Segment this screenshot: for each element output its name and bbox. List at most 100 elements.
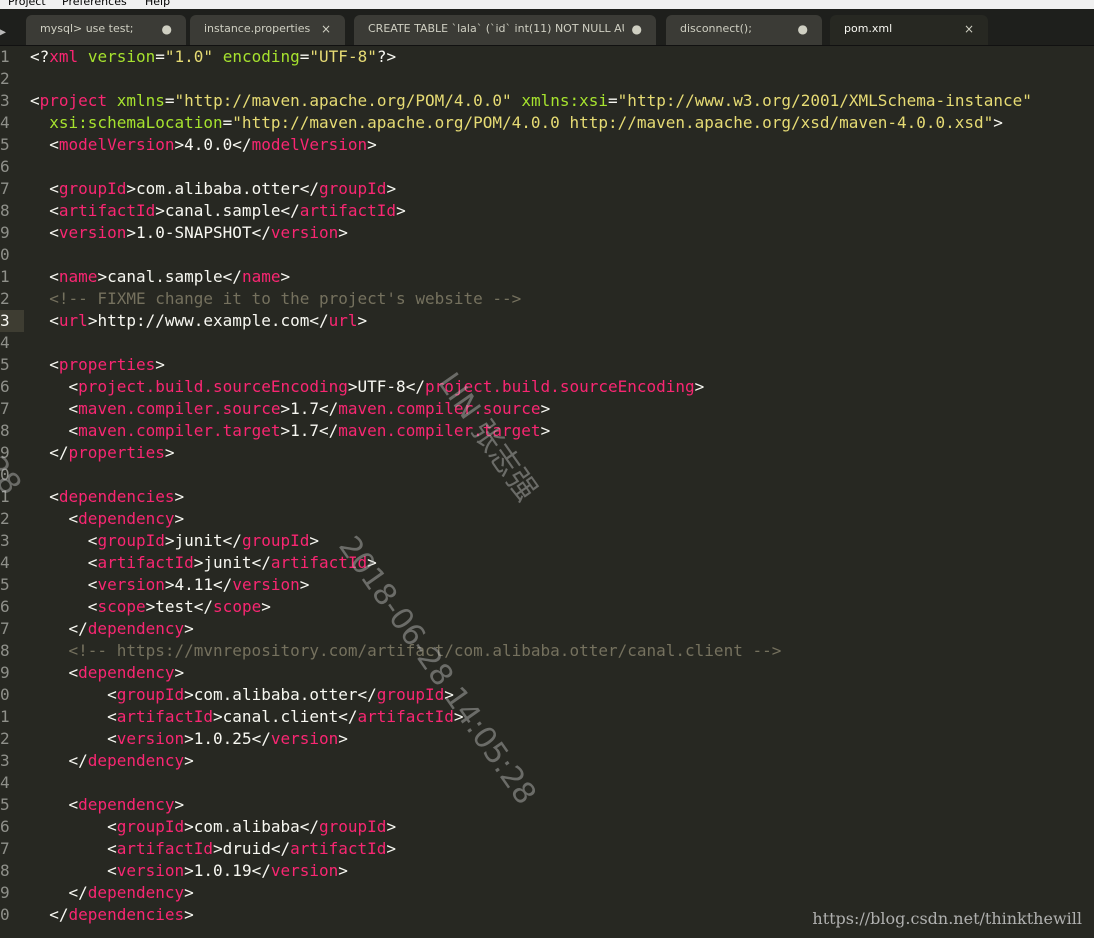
tab-create-table[interactable]: CREATE TABLE `lala` (`id` int(11) NOT NU… [354, 15, 656, 45]
code-token: < [30, 663, 79, 682]
code-token: > [174, 663, 185, 682]
line-number: 3 [0, 751, 10, 770]
code-token: groupId [116, 817, 185, 836]
code-token: < [30, 861, 117, 880]
code-token: < [30, 377, 79, 396]
code-line: <project xmlns="http://maven.apache.org/… [30, 90, 1032, 112]
code-token: > [540, 421, 551, 440]
line-number: 9 [0, 663, 10, 682]
code-line: </properties> [30, 442, 174, 464]
code-line: <dependency> [30, 508, 185, 530]
code-token: >http://www.example.com</ [87, 311, 329, 330]
tab-mysql[interactable]: mysql> use test; ● [26, 15, 186, 45]
code-token: "http://maven.apache.org/POM/4.0.0" [174, 91, 512, 110]
code-token: > [280, 267, 291, 286]
line-number: 7 [0, 399, 10, 418]
line-number: 0 [0, 245, 10, 264]
code-token: >1.7</ [280, 399, 339, 418]
line-number: 5 [0, 135, 10, 154]
tab-label: pom.xml [844, 22, 893, 35]
tab-instance-properties[interactable]: instance.properties × [190, 15, 345, 45]
code-token: < [30, 729, 117, 748]
line-number: 8 [0, 421, 10, 440]
unsaved-dot-icon[interactable]: ● [632, 15, 642, 43]
code-token: > [357, 311, 368, 330]
line-number: 1 [0, 487, 10, 506]
code-token: >junit</ [164, 531, 242, 550]
code-token: > [155, 355, 165, 374]
code-token: xmlns:xsi [521, 91, 609, 110]
menu-preferences[interactable]: Preferences [62, 0, 127, 8]
code-token: > [338, 729, 348, 748]
line-number: 3 [0, 531, 10, 550]
code-token: maven.compiler.source [78, 399, 281, 418]
code-token: "1.0" [164, 47, 214, 66]
code-token: <? [30, 47, 50, 66]
tab-disconnect[interactable]: disconnect(); ● [666, 15, 822, 45]
tab-scroll-left-icon[interactable]: ▶ [0, 18, 10, 45]
code-line: <project.build.sourceEncoding>UTF-8</pro… [30, 376, 705, 398]
tab-label: instance.properties [204, 22, 311, 35]
code-token: scope [213, 597, 262, 616]
unsaved-dot-icon[interactable]: ● [162, 15, 172, 43]
code-line: <version>1.0-SNAPSHOT</version> [30, 222, 348, 244]
code-token: </ [30, 443, 69, 462]
code-line: <modelVersion>4.0.0</modelVersion> [30, 134, 377, 156]
code-token: >UTF-8</ [347, 377, 425, 396]
code-token: > [299, 575, 310, 594]
code-token: artifactId [299, 201, 397, 220]
code-token: > [386, 179, 397, 198]
code-token: groupId [58, 179, 127, 198]
code-token: version [58, 223, 127, 242]
code-token: groupId [116, 685, 185, 704]
menu-project[interactable]: Project [8, 0, 46, 8]
code-editor[interactable]: 1234567890123456789012345678901234567890… [0, 46, 1094, 938]
code-line: <dependency> [30, 662, 185, 684]
code-token: > [184, 883, 194, 902]
code-token: artifactId [270, 553, 368, 572]
menu-help[interactable]: Help [145, 0, 170, 8]
code-token: = [222, 113, 233, 132]
code-line: <maven.compiler.target>1.7</maven.compil… [30, 420, 551, 442]
code-token: maven.compiler.source [338, 399, 541, 418]
line-number: 5 [0, 575, 10, 594]
code-token: encoding [222, 47, 300, 66]
code-token: modelVersion [251, 135, 368, 154]
code-token: > [184, 751, 194, 770]
code-token: artifactId [58, 201, 156, 220]
code-token: > [174, 795, 185, 814]
code-line: <version>4.11</version> [30, 574, 310, 596]
editor-window: Project Preferences Help ▶ mysql> use te… [0, 0, 1094, 938]
code-token: dependencies [58, 487, 175, 506]
code-token: </ [30, 883, 88, 902]
line-number: 1 [0, 47, 10, 66]
code-token: artifactId [290, 839, 387, 858]
tab-pom-xml[interactable]: pom.xml × [830, 15, 988, 45]
code-token: > [184, 619, 194, 638]
line-number: 3 [0, 91, 10, 110]
unsaved-dot-icon[interactable]: ● [798, 15, 808, 43]
code-token: artifactId [97, 553, 194, 572]
line-number: 1 [0, 707, 10, 726]
code-token: < [30, 421, 79, 440]
code-token: < [30, 223, 59, 242]
close-icon[interactable]: × [321, 15, 331, 43]
code-token: > [174, 509, 185, 528]
line-number: 0 [0, 465, 10, 484]
code-token: = [608, 91, 618, 110]
line-number: 6 [0, 597, 10, 616]
code-token: artifactId [116, 707, 214, 726]
code-token: "UTF-8" [309, 47, 377, 66]
code-token: name [241, 267, 281, 286]
code-token: modelVersion [58, 135, 175, 154]
code-token: dependency [78, 663, 175, 682]
line-number: 6 [0, 817, 10, 836]
line-number: 2 [0, 289, 10, 308]
code-token: < [30, 839, 117, 858]
line-number: 7 [0, 619, 10, 638]
close-icon[interactable]: × [964, 15, 974, 43]
